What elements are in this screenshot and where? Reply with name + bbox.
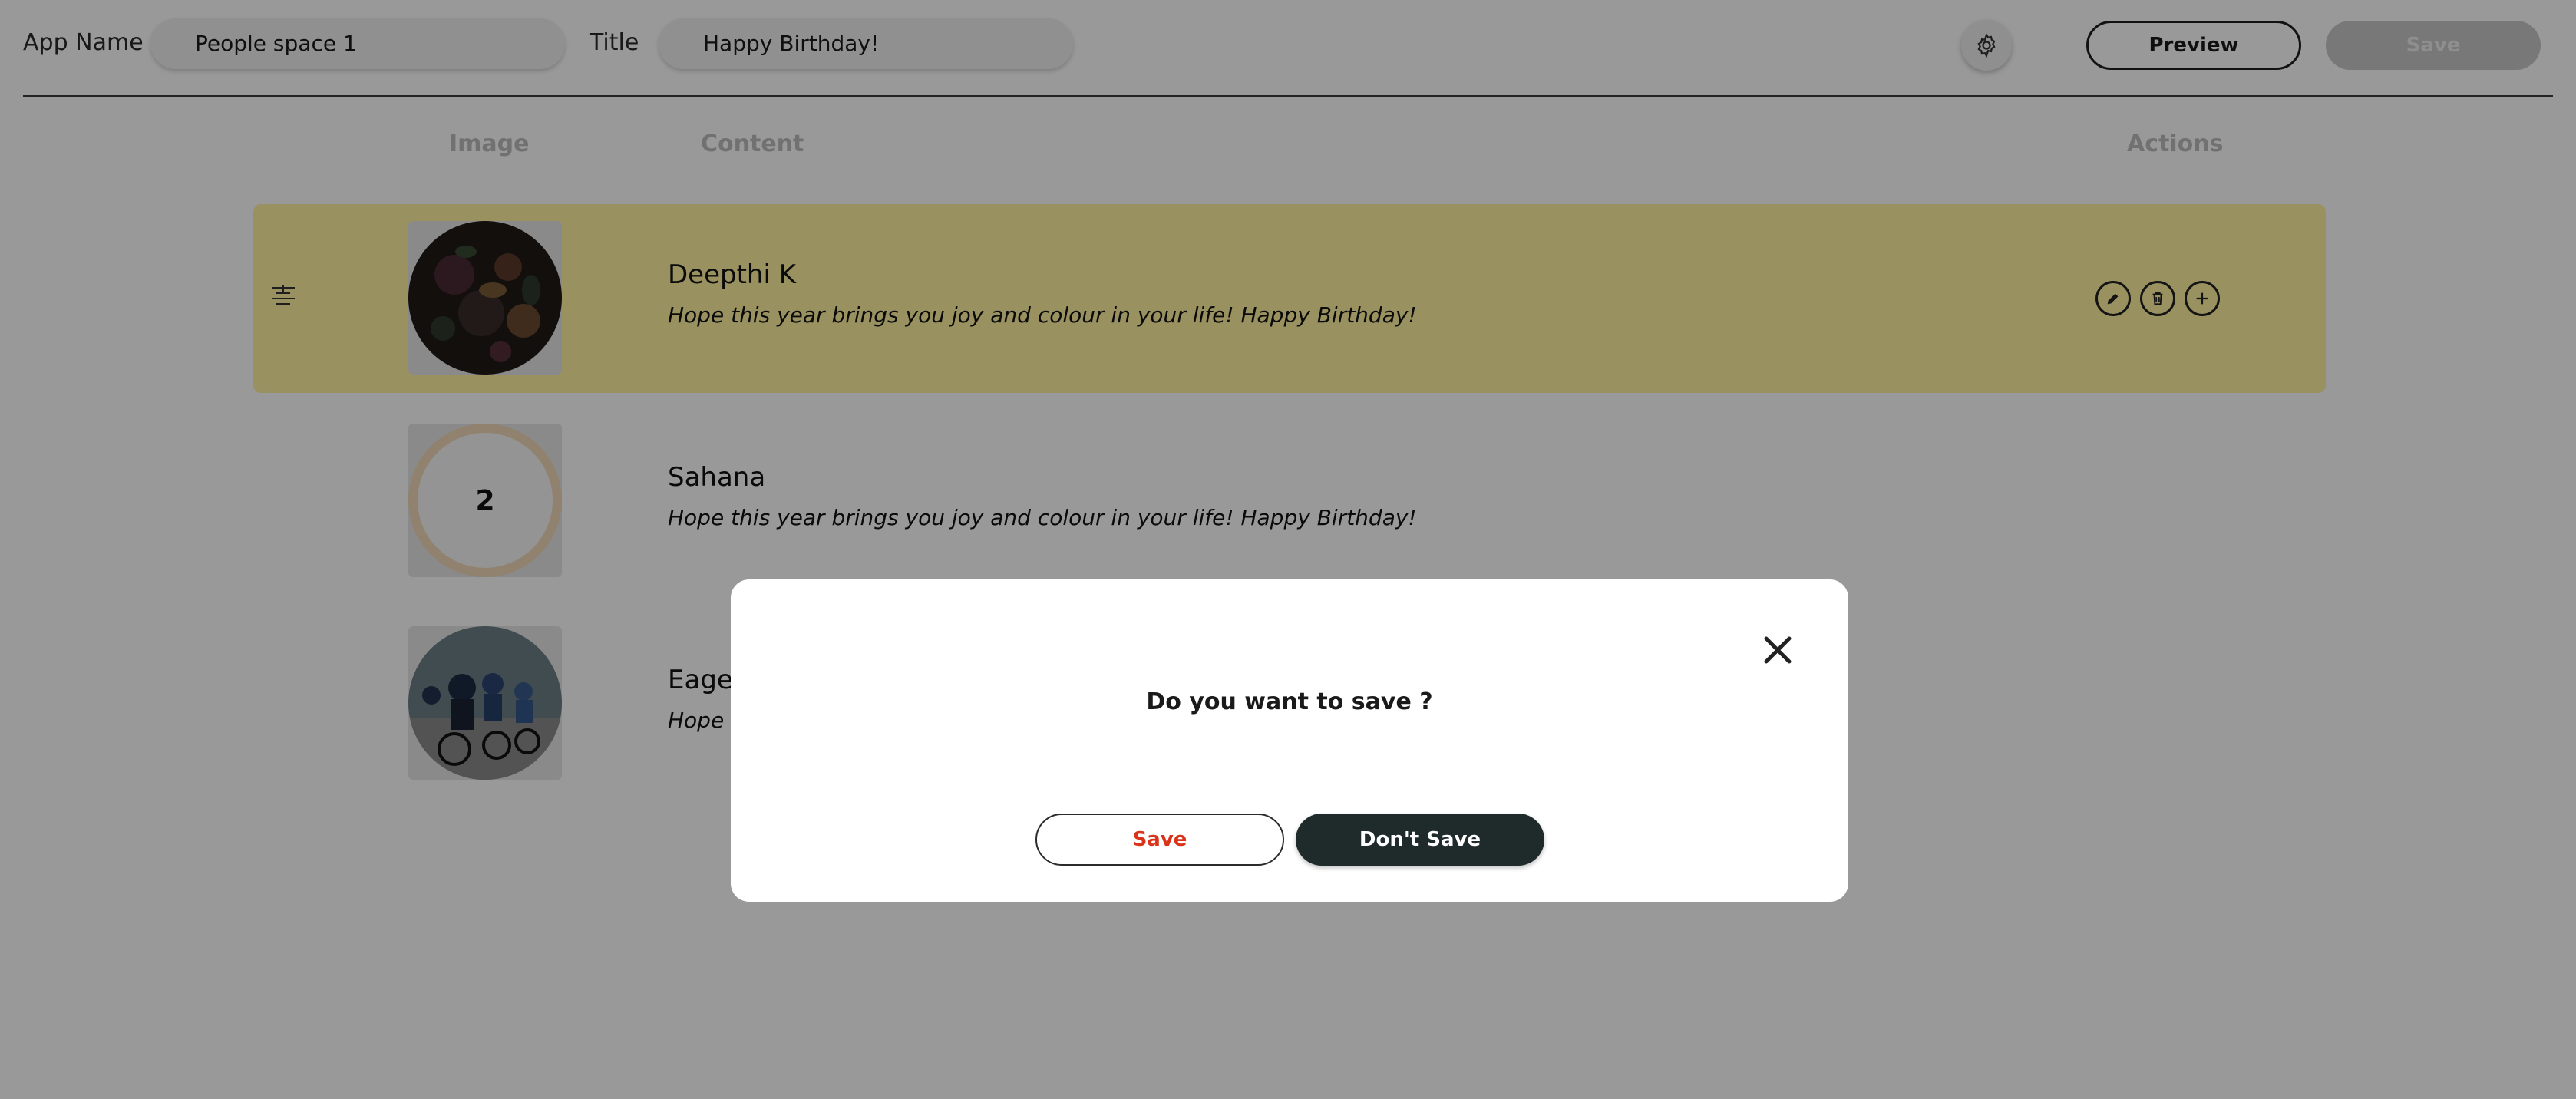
modal-backdrop[interactable] xyxy=(0,0,2576,1099)
dialog-save-button[interactable]: Save xyxy=(1035,814,1284,866)
close-icon xyxy=(1764,636,1792,664)
dialog-question: Do you want to save ? xyxy=(1146,688,1433,715)
dialog-dont-save-button[interactable]: Don't Save xyxy=(1296,814,1544,866)
app-page: App Name People space 1 Title Happy Birt… xyxy=(0,0,2576,1099)
save-confirm-dialog: Do you want to save ? Save Don't Save xyxy=(731,579,1848,902)
close-button[interactable] xyxy=(1762,635,1793,665)
